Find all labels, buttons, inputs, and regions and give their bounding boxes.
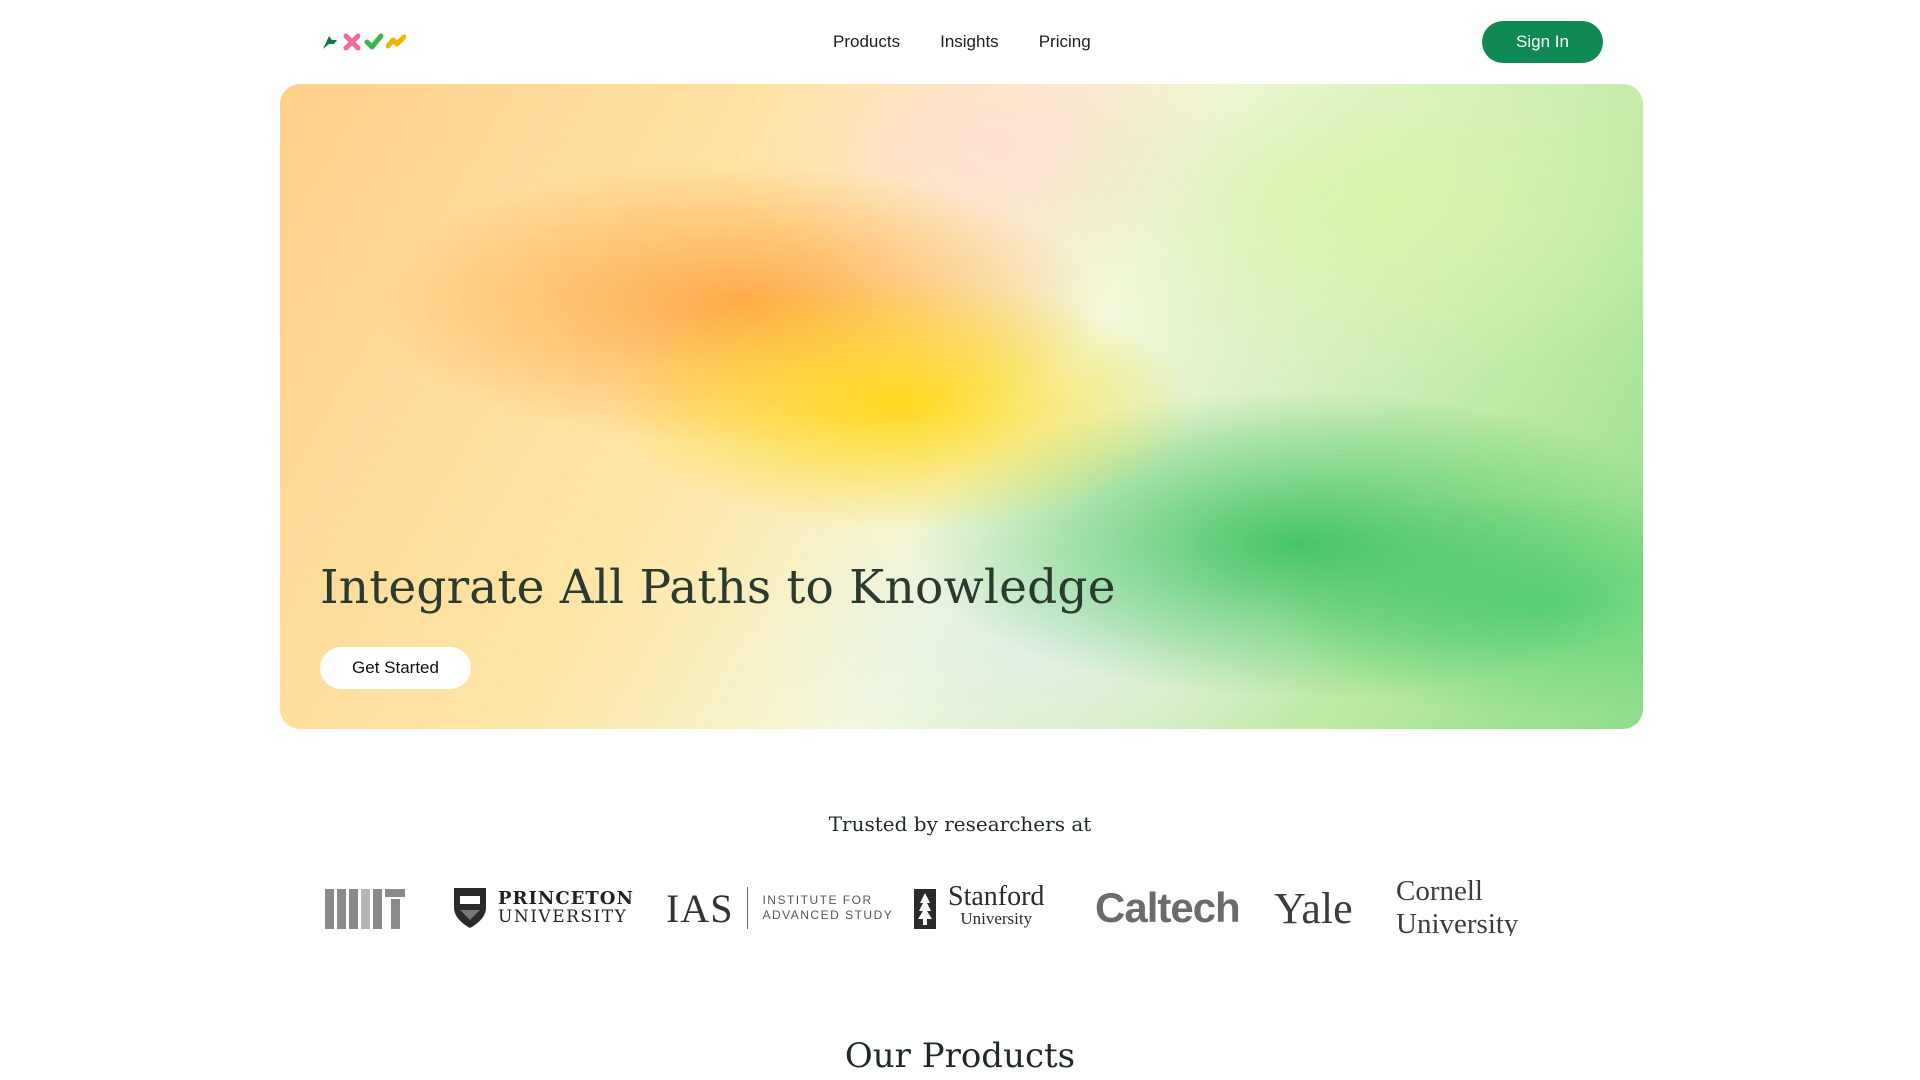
mit-mark-icon [325,889,405,929]
shield-icon [454,888,486,928]
ias-divider [747,887,749,929]
top-navbar: Products Insights Pricing Sign In [0,0,1920,84]
trusted-heading: Trusted by researchers at [828,812,1092,836]
nav-insights-link[interactable]: Insights [940,32,999,52]
stanford-name: Stanford [948,881,1045,912]
princeton-name: PRINCETON [498,888,634,909]
stanford-logo: Stanford University [910,880,1044,936]
caltech-logo: Caltech [1095,884,1241,931]
mit-logo [325,880,405,936]
cornell-logo: Cornell University [1396,875,1610,940]
green-arrow-icon [323,36,337,49]
hero-banner: Integrate All Paths to Knowledge Get Sta… [280,84,1643,729]
nav-pricing-link[interactable]: Pricing [1039,32,1091,52]
stanford-tree-icon [914,889,936,929]
yellow-zigzag-icon [386,34,406,49]
hero-title: Integrate All Paths to Knowledge [320,560,1116,615]
main-menu: Products Insights Pricing [833,32,1091,52]
ias-logo: IAS INSTITUTE FOR ADVANCED STUDY [666,880,893,936]
princeton-logo: PRINCETON UNIVERSITY [452,880,634,936]
partner-logos: PRINCETON UNIVERSITY IAS INSTITUTE FOR A… [320,875,1610,940]
our-products-heading: Our Products [844,1036,1076,1076]
sign-in-button[interactable]: Sign In [1482,21,1603,63]
pink-cross-icon [343,33,361,51]
stanford-university: University [960,909,1033,928]
ias-abbr: IAS [666,885,734,931]
get-started-button[interactable]: Get Started [320,647,471,689]
princeton-university: UNIVERSITY [498,907,628,927]
nav-products-link[interactable]: Products [833,32,900,52]
ias-line2: ADVANCED STUDY [762,908,894,922]
yale-logo: Yale [1274,883,1353,933]
site-logo[interactable] [320,32,406,52]
ias-line1: INSTITUTE FOR [762,893,873,907]
green-check-icon [364,33,384,50]
